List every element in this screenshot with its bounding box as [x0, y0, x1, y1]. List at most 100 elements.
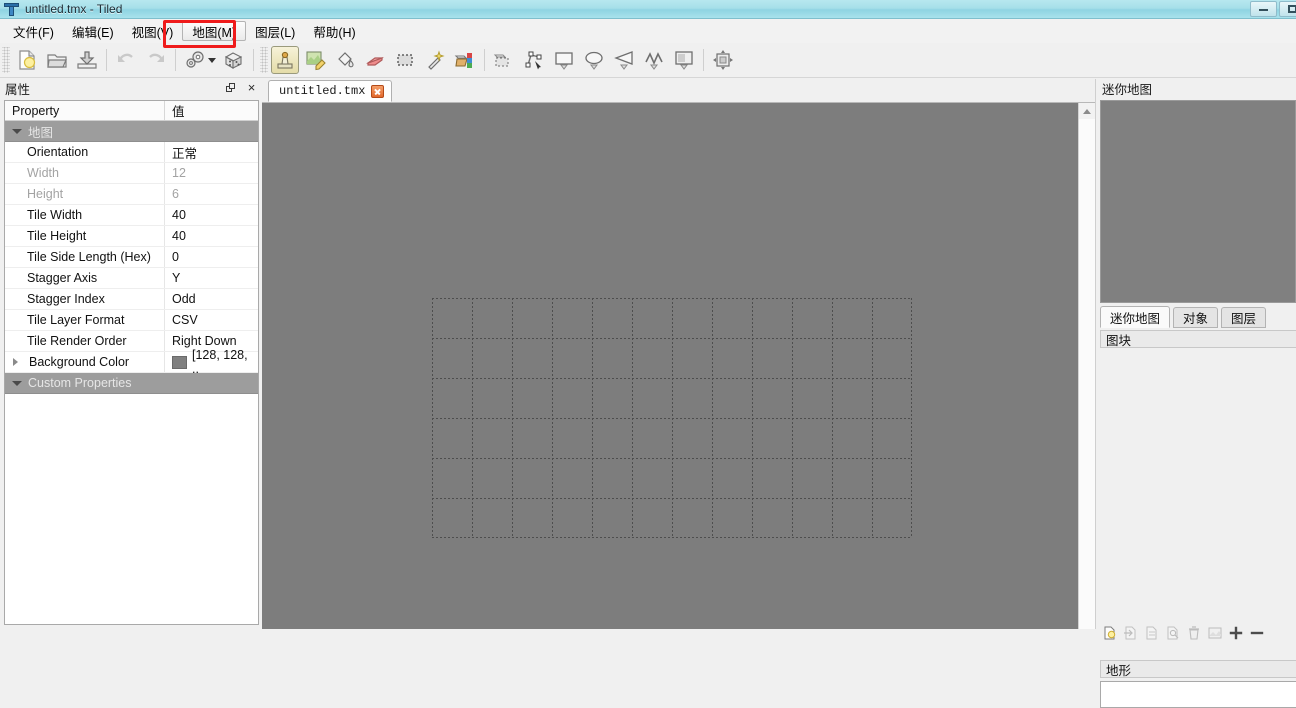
menu-help[interactable]: 帮助(H)	[304, 21, 364, 41]
tab-layers[interactable]: 图层	[1221, 307, 1267, 328]
properties-dock: 属性 × Property 值 地图 Orientation 正常 Width …	[0, 79, 262, 629]
table-row[interactable]: Tile Side Length (Hex) 0	[5, 247, 258, 268]
property-key: Orientation	[5, 142, 165, 162]
redo-button[interactable]	[142, 46, 170, 74]
insert-ellipse-tool[interactable]	[580, 46, 608, 74]
terrain-brush-tool[interactable]	[301, 46, 329, 74]
table-row[interactable]: Tile Height 40	[5, 226, 258, 247]
open-map-button[interactable]	[43, 46, 71, 74]
property-key: Height	[5, 184, 165, 204]
minimap-view[interactable]	[1100, 100, 1296, 303]
insert-rectangle-tool[interactable]	[550, 46, 578, 74]
terrain-view[interactable]	[1100, 681, 1296, 708]
tileset-view[interactable]	[1100, 349, 1296, 617]
new-map-button[interactable]	[13, 46, 41, 74]
map-canvas[interactable]	[262, 103, 1095, 629]
insert-tile-object-tool[interactable]	[670, 46, 698, 74]
close-icon[interactable]	[371, 84, 385, 98]
property-value[interactable]: 正常	[165, 142, 258, 162]
toolbar-separator	[106, 49, 107, 71]
table-row[interactable]: Tile Layer Format CSV	[5, 310, 258, 331]
export-tileset-button[interactable]	[1142, 623, 1162, 643]
minus-icon[interactable]	[1247, 623, 1267, 643]
table-row[interactable]: Stagger Axis Y	[5, 268, 258, 289]
chevron-up-icon[interactable]	[1079, 103, 1095, 119]
property-group-map[interactable]: 地图	[5, 121, 258, 142]
menu-layer[interactable]: 图层(L)	[246, 21, 304, 41]
toolbar-drag-handle[interactable]	[2, 47, 10, 73]
map-grid[interactable]	[432, 298, 912, 538]
property-value: [128, 128, ..	[192, 348, 248, 376]
select-same-tile-tool[interactable]	[451, 46, 479, 74]
map-properties-button[interactable]	[181, 46, 209, 74]
property-value[interactable]: 40	[165, 205, 258, 225]
resize-map-button[interactable]	[709, 46, 737, 74]
menu-view[interactable]: 视图(V)	[123, 21, 183, 41]
table-row[interactable]: Tile Width 40	[5, 205, 258, 226]
property-value[interactable]: Y	[165, 268, 258, 288]
magic-wand-tool[interactable]	[421, 46, 449, 74]
chevron-right-icon[interactable]	[13, 358, 18, 366]
property-group-custom[interactable]: Custom Properties	[5, 373, 258, 394]
save-map-button[interactable]	[73, 46, 101, 74]
maximize-button[interactable]	[1279, 1, 1296, 17]
table-row-background-color[interactable]: Background Color [128, 128, ..	[5, 348, 258, 376]
insert-polyline-tool[interactable]	[640, 46, 668, 74]
float-icon[interactable]	[224, 81, 237, 94]
bucket-fill-tool[interactable]	[331, 46, 359, 74]
properties-dock-title: 属性	[0, 79, 262, 98]
rectangular-select-tool[interactable]	[391, 46, 419, 74]
property-value[interactable]: 6	[165, 184, 258, 204]
import-tileset-button[interactable]	[1121, 623, 1141, 643]
minimize-button[interactable]	[1250, 1, 1277, 17]
property-value[interactable]: 40	[165, 226, 258, 246]
property-key: Background Color	[29, 355, 130, 369]
property-key: Tile Side Length (Hex)	[5, 247, 165, 267]
table-row[interactable]: Stagger Index Odd	[5, 289, 258, 310]
trash-icon[interactable]	[1184, 623, 1204, 643]
close-icon[interactable]: ×	[245, 81, 258, 94]
property-value[interactable]: 0	[165, 247, 258, 267]
toolbar-separator	[175, 49, 176, 71]
plus-icon[interactable]	[1226, 623, 1246, 643]
undo-button[interactable]	[112, 46, 140, 74]
edit-polygons-tool[interactable]	[520, 46, 548, 74]
select-objects-tool[interactable]	[490, 46, 518, 74]
table-row[interactable]: Height 6	[5, 184, 258, 205]
property-value[interactable]: Odd	[165, 289, 258, 309]
insert-polygon-tool[interactable]	[610, 46, 638, 74]
edit-terrain-button[interactable]	[1205, 623, 1225, 643]
property-key: Stagger Axis	[5, 268, 165, 288]
property-key: Width	[5, 163, 165, 183]
color-swatch[interactable]	[172, 355, 187, 369]
column-header-property: Property	[5, 101, 165, 120]
canvas-vertical-scrollbar[interactable]	[1078, 103, 1095, 629]
document-tab-untitled[interactable]: untitled.tmx	[268, 80, 393, 102]
table-row[interactable]: Width 12	[5, 163, 258, 184]
tab-minimap[interactable]: 迷你地图	[1100, 306, 1171, 328]
tileset-properties-button[interactable]	[1163, 623, 1183, 643]
menu-file[interactable]: 文件(F)	[4, 21, 63, 41]
random-mode-button[interactable]	[220, 46, 248, 74]
menu-edit[interactable]: 编辑(E)	[63, 21, 123, 41]
eraser-tool[interactable]	[361, 46, 389, 74]
toolbar-drag-handle[interactable]	[260, 47, 268, 73]
tileset-dock-title: 图块	[1100, 330, 1296, 348]
scrollbar-track[interactable]	[1079, 119, 1095, 629]
chevron-down-icon[interactable]	[208, 57, 216, 63]
property-value[interactable]: CSV	[165, 310, 258, 330]
property-value[interactable]: 12	[165, 163, 258, 183]
new-tileset-button[interactable]	[1100, 623, 1120, 643]
tileset-toolbar	[1100, 620, 1296, 646]
document-tabstrip: untitled.tmx	[262, 79, 1095, 103]
document-tab-label: untitled.tmx	[279, 84, 366, 98]
property-group-custom-label: Custom Properties	[28, 376, 132, 390]
property-key: Tile Render Order	[5, 331, 165, 351]
table-row[interactable]: Orientation 正常	[5, 142, 258, 163]
window-controls	[1250, 1, 1296, 17]
property-value-wrap[interactable]: [128, 128, ..	[165, 348, 258, 376]
menu-map[interactable]: 地图(M)	[182, 21, 247, 41]
tab-objects[interactable]: 对象	[1173, 307, 1219, 328]
stamp-brush-tool[interactable]	[271, 46, 299, 74]
column-header-value: 值	[172, 105, 185, 119]
